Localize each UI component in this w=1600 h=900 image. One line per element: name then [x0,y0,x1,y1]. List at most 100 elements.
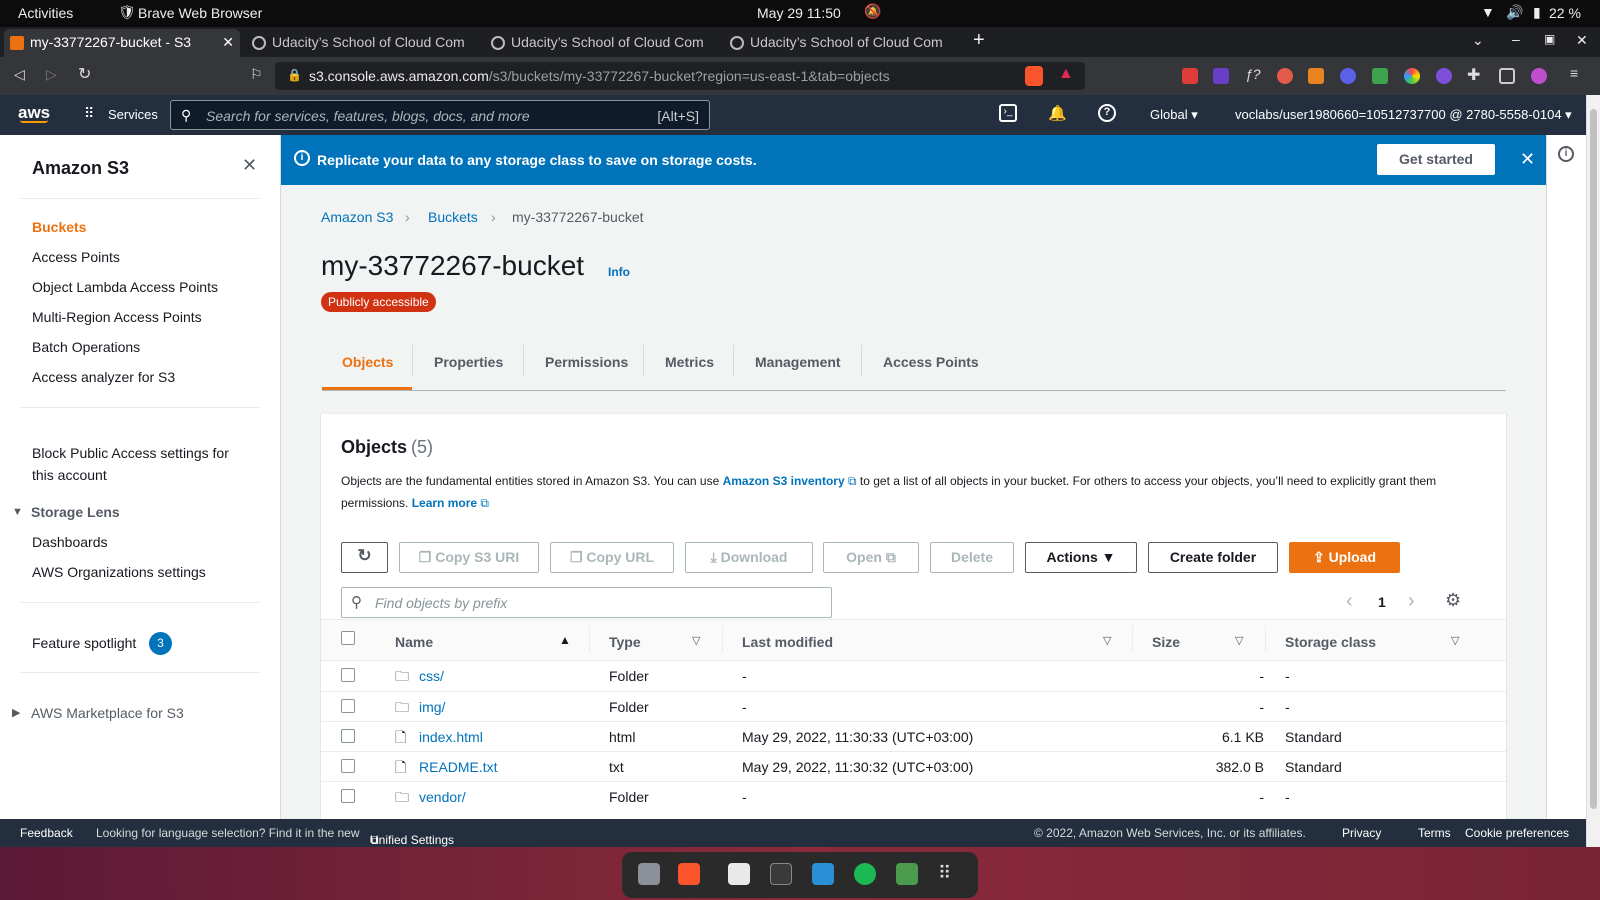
sidebar-item-org-settings[interactable]: AWS Organizations settings [32,564,206,580]
close-window-icon[interactable]: ✕ [1576,32,1588,49]
select-all-checkbox[interactable] [341,631,355,645]
refresh-button[interactable]: ↻ [341,542,388,573]
info-link[interactable]: Info [608,265,630,279]
copy-url-button[interactable]: ❐ Copy URL [550,542,674,573]
prev-page-icon[interactable]: ‹ [1346,590,1353,613]
s3-inventory-link[interactable]: Amazon S3 inventory [723,474,845,488]
services-menu[interactable]: Services [108,107,158,122]
metamask-fox-icon[interactable] [1308,68,1324,84]
tab-metrics[interactable]: Metrics [665,354,714,370]
sidebar-item-buckets[interactable]: Buckets [32,219,86,235]
extension-red-circle-icon[interactable] [1277,68,1293,84]
sort-icon[interactable]: ▽ [1235,634,1243,647]
table-row[interactable]: 🗀 vendor/ Folder - - - [321,781,1506,811]
privacy-link[interactable]: Privacy [1342,826,1381,840]
page-number[interactable]: 1 [1378,594,1386,610]
tab-properties[interactable]: Properties [434,354,503,370]
upload-button[interactable]: ⇪ Upload [1289,542,1400,573]
download-button[interactable]: ⤓ Download [685,542,813,573]
sort-icon[interactable]: ▽ [1103,634,1111,647]
extensions-puzzle-icon[interactable]: ✚ [1467,65,1480,85]
close-sidebar-icon[interactable]: ✕ [242,155,257,176]
back-icon[interactable]: ◁ [14,66,25,83]
tab-access-points[interactable]: Access Points [883,354,979,370]
notifications-bell-icon[interactable]: 🔔 [1048,104,1067,122]
page-scrollbar[interactable] [1586,95,1600,847]
tab-permissions[interactable]: Permissions [545,354,628,370]
object-name-link[interactable]: css/ [419,668,444,684]
create-folder-button[interactable]: Create folder [1148,542,1278,573]
files-app-icon[interactable] [638,863,660,885]
cloudshell-icon[interactable]: ›_ [999,104,1017,122]
sidebar-item-feature-spotlight[interactable]: Feature spotlight [32,635,136,651]
sidebar-section-storage-lens[interactable]: Storage Lens [31,504,120,520]
wifi-icon[interactable]: ▼ [1481,4,1495,20]
wallet-icon[interactable] [1499,68,1515,84]
spotify-app-icon[interactable] [854,863,876,885]
column-storage-class[interactable]: Storage class [1285,634,1376,650]
vscode-app-icon[interactable] [812,863,834,885]
settings-gear-icon[interactable]: ⚙ [1445,590,1461,611]
table-row[interactable]: 🗋 README.txt txt May 29, 2022, 11:30:32 … [321,751,1506,781]
object-filter-input[interactable]: ⚲ Find objects by prefix [341,587,832,618]
column-last-modified[interactable]: Last modified [742,634,833,650]
row-checkbox[interactable] [341,699,355,713]
open-button[interactable]: Open ⧉ [823,542,919,573]
breadcrumb-buckets[interactable]: Buckets [428,209,478,225]
object-name-link[interactable]: vendor/ [419,789,466,805]
table-row[interactable]: 🗀 img/ Folder - - - [321,691,1506,721]
table-row[interactable]: 🗀 css/ Folder - - - [321,661,1506,691]
text-editor-app-icon[interactable] [728,863,750,885]
activities-button[interactable]: Activities [18,5,73,21]
extension-color-wheel-icon[interactable] [1404,68,1420,84]
new-tab-icon[interactable]: + [973,29,985,52]
region-selector[interactable]: Global ▾ [1150,107,1198,123]
caret-down-icon[interactable]: ▼ [12,506,23,518]
bookmark-icon[interactable]: ⚐ [250,66,263,83]
help-icon[interactable]: ? [1098,104,1116,122]
tab-s3-bucket[interactable]: my-33772267-bucket - S3 ✕ [4,29,240,57]
row-checkbox[interactable] [341,759,355,773]
volume-icon[interactable]: 🔊 [1506,4,1523,21]
caret-right-icon[interactable]: ▶ [12,706,20,719]
reload-icon[interactable]: ↻ [78,64,91,84]
brave-rewards-icon[interactable]: ▲ [1058,65,1074,83]
services-grid-icon[interactable]: ⠿ [84,105,94,122]
tab-udacity-2[interactable]: Udacity’s School of Cloud Com [485,29,717,57]
sidebar-item-access-analyzer[interactable]: Access analyzer for S3 [32,369,175,385]
object-name-link[interactable]: index.html [419,729,483,745]
extension-pen-icon[interactable] [1372,68,1388,84]
tab-objects[interactable]: Objects [342,354,393,370]
get-started-button[interactable]: Get started [1377,144,1495,175]
scrollbar-thumb[interactable] [1590,109,1597,809]
object-name-link[interactable]: img/ [419,699,445,715]
extension-formula-icon[interactable]: ƒ? [1245,66,1261,82]
extension-ghost-icon[interactable] [1436,68,1452,84]
terms-link[interactable]: Terms [1418,826,1451,840]
active-app-label[interactable]: Brave Web Browser [138,5,262,21]
column-type[interactable]: Type [609,634,641,650]
account-menu[interactable]: voclabs/user1980660=10512737700 @ 2780-5… [1235,107,1572,123]
table-row[interactable]: 🗋 index.html html May 29, 2022, 11:30:33… [321,721,1506,751]
address-bar[interactable]: 🔒 s3.console.aws.amazon.com/s3/buckets/m… [275,62,1085,90]
profile-avatar[interactable] [1531,68,1547,84]
tab-udacity-1[interactable]: Udacity’s School of Cloud Com [246,29,478,57]
minimize-icon[interactable]: – [1512,31,1520,47]
sidebar-item-object-lambda[interactable]: Object Lambda Access Points [32,279,218,295]
info-panel-icon[interactable]: i [1558,146,1574,162]
sidebar-item-dashboards[interactable]: Dashboards [32,534,108,550]
forward-icon[interactable]: ▷ [46,66,57,83]
sidebar-item-multi-region[interactable]: Multi-Region Access Points [32,309,202,325]
feedback-link[interactable]: Feedback [20,826,73,840]
breadcrumb-amazon-s3[interactable]: Amazon S3 [321,209,393,225]
extension-calendar-icon[interactable] [1182,68,1198,84]
column-size[interactable]: Size [1152,634,1180,650]
terminal-app-icon[interactable] [770,863,792,885]
brave-shields-icon[interactable] [1025,66,1043,86]
sidebar-item-block-public-access[interactable]: Block Public Access settings for [32,445,229,461]
menu-icon[interactable]: ≡ [1570,65,1578,81]
column-name[interactable]: Name [395,634,433,650]
row-checkbox[interactable] [341,789,355,803]
actions-button[interactable]: Actions ▼ [1025,542,1137,573]
extension-purple-icon[interactable] [1213,68,1229,84]
